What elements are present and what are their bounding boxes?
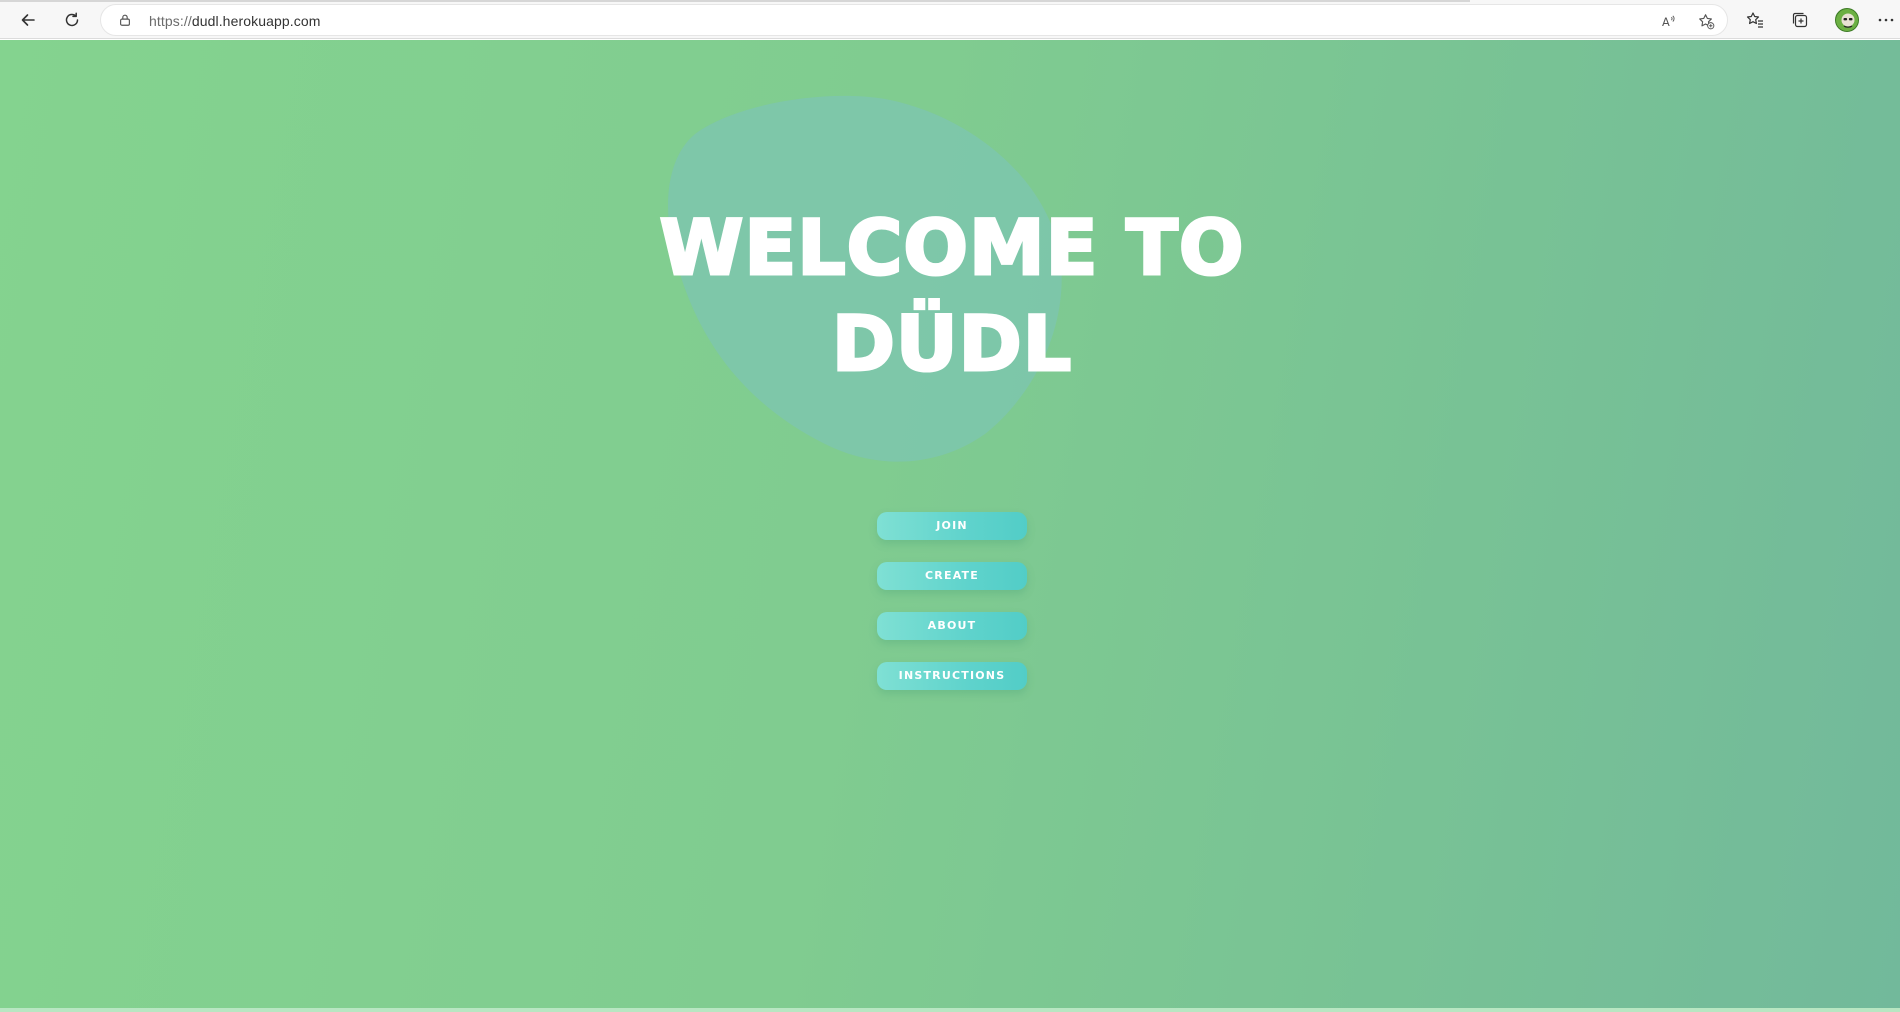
svg-text:A: A — [1661, 15, 1669, 29]
address-bar[interactable]: https://dudl.herokuapp.com A — [100, 4, 1728, 36]
favorites-button[interactable] — [1741, 6, 1769, 34]
instructions-button[interactable]: INSTRUCTIONS — [877, 662, 1027, 690]
title-line-2: DÜDL — [830, 298, 1073, 390]
browser-toolbar: https://dudl.herokuapp.com A — [0, 0, 1900, 39]
bottom-edge — [0, 1008, 1900, 1012]
create-button[interactable]: CREATE — [877, 562, 1027, 590]
more-button[interactable] — [1874, 6, 1898, 34]
reload-icon — [65, 12, 79, 27]
profile-avatar[interactable] — [1835, 8, 1859, 32]
lock-icon[interactable] — [117, 12, 133, 28]
url-protocol: https:// — [149, 13, 192, 29]
reload-button[interactable] — [58, 6, 86, 34]
back-arrow-icon — [21, 14, 35, 26]
page-load-bar — [0, 0, 1470, 2]
favorites-icon — [1746, 12, 1763, 28]
back-button[interactable] — [14, 6, 42, 34]
url-text[interactable]: https://dudl.herokuapp.com — [149, 13, 321, 29]
title-line-1: WELCOME TO — [658, 202, 1245, 294]
collections-button[interactable] — [1786, 6, 1814, 34]
more-icon — [1878, 18, 1894, 22]
url-host: dudl.herokuapp.com — [191, 13, 321, 29]
collections-icon — [1792, 12, 1808, 28]
page-title: WELCOME TO DÜDL — [520, 200, 1384, 392]
main-menu: JOIN CREATE ABOUT INSTRUCTIONS — [877, 512, 1027, 712]
add-favorite-icon[interactable] — [1695, 11, 1717, 31]
read-aloud-icon[interactable]: A — [1658, 11, 1680, 31]
about-button[interactable]: ABOUT — [877, 612, 1027, 640]
join-button[interactable]: JOIN — [877, 512, 1027, 540]
page-body: WELCOME TO DÜDL JOIN CREATE ABOUT INSTRU… — [0, 40, 1900, 1012]
